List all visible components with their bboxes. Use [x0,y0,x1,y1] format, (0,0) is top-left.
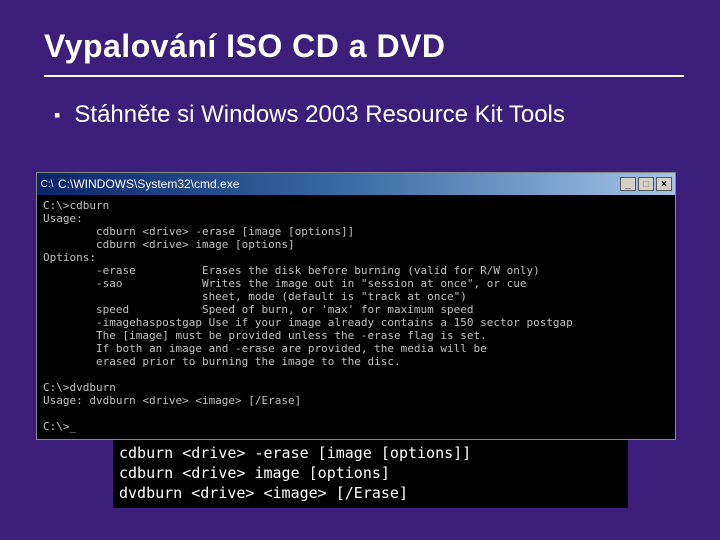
bullet-marker: ▪ [54,101,60,129]
window-titlebar[interactable]: C:\ C:\WINDOWS\System32\cmd.exe _ □ × [37,173,675,195]
slide: Vypalování ISO CD a DVD ▪ Stáhněte si Wi… [0,0,720,129]
cmd-icon: C:\ [40,177,54,191]
bullet-text: Stáhněte si Windows 2003 Resource Kit To… [74,101,565,129]
window-controls: _ □ × [620,177,672,191]
commands-summary: cdburn <drive> -erase [image [options]] … [113,440,628,508]
bullet-item: ▪ Stáhněte si Windows 2003 Resource Kit … [44,101,676,129]
close-button[interactable]: × [656,177,672,191]
slide-title: Vypalování ISO CD a DVD [44,28,676,65]
slide-rule [44,75,684,77]
command-prompt-window: C:\ C:\WINDOWS\System32\cmd.exe _ □ × C:… [36,172,676,440]
console-output[interactable]: C:\>cdburn Usage: cdburn <drive> -erase … [37,195,675,439]
window-title: C:\WINDOWS\System32\cmd.exe [58,177,620,191]
maximize-button[interactable]: □ [638,177,654,191]
minimize-button[interactable]: _ [620,177,636,191]
